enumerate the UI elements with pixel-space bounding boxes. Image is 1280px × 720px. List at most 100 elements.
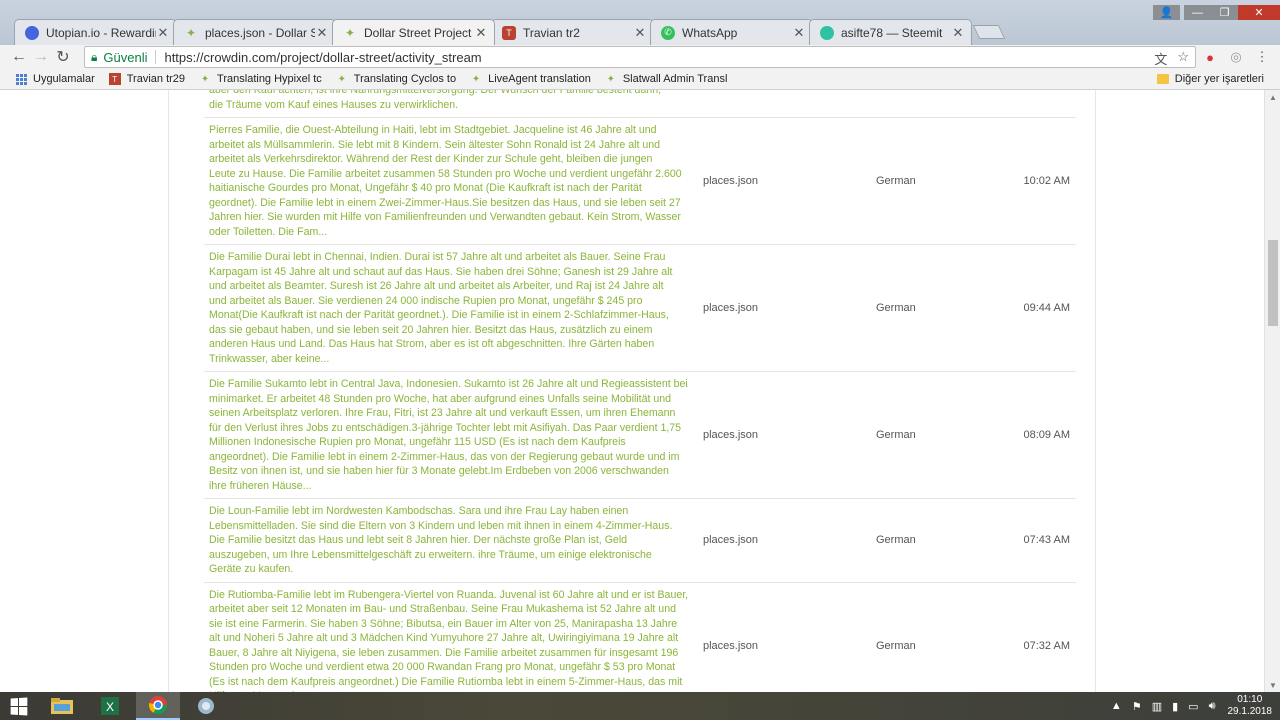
tab-title: WhatsApp <box>682 25 738 40</box>
translation-text[interactable]: Pierres Familie, die Ouest-Abteilung in … <box>204 118 698 244</box>
display-icon[interactable]: ▭ <box>1188 700 1198 713</box>
bookmark-slatwall[interactable]: ✦ Slatwall Admin Transl <box>605 73 728 85</box>
language: German <box>876 429 916 441</box>
tab-title: places.json - Dollar Stree <box>205 25 315 40</box>
folder-icon <box>51 698 73 714</box>
volume-icon[interactable]: 🔊︎ <box>1209 700 1216 713</box>
close-icon[interactable]: ✕ <box>633 25 647 41</box>
whatsapp-favicon-icon: ✆ <box>661 25 675 40</box>
bookmark-star-icon[interactable]: ☆ <box>1177 49 1189 68</box>
activity-row: Die Rutiomba-Familie lebt im Rubengera-V… <box>204 583 1076 693</box>
taskbar-chrome[interactable] <box>136 692 180 720</box>
activity-row: Die Familie Durai lebt in Chennai, Indie… <box>204 245 1076 372</box>
translation-text[interactable]: Die Loun-Familie lebt im Nordwesten Kamb… <box>204 499 698 582</box>
clock-date: 29.1.2018 <box>1227 706 1273 717</box>
bookmarks-bar: Uygulamalar T Travian tr29 ✦ Translating… <box>0 69 1280 90</box>
activity-row: Die Loun-Familie lebt im Nordwesten Kamb… <box>204 499 1076 583</box>
timestamp: 07:32 AM <box>1023 639 1070 652</box>
bookmark-apps[interactable]: Uygulamalar <box>0 73 95 85</box>
tab-places-json[interactable]: ✦ places.json - Dollar Stree ✕ <box>173 19 336 45</box>
clock-time: 01:10 <box>1237 694 1263 705</box>
app-icon <box>198 698 214 714</box>
menu-kebab-icon[interactable]: ⋮ <box>1254 49 1270 65</box>
crowdin-favicon-icon: ✦ <box>606 73 616 85</box>
travian-favicon-icon: T <box>108 73 121 85</box>
travian-favicon-icon: T <box>502 25 516 40</box>
start-button[interactable] <box>0 692 36 720</box>
translate-icon[interactable]: 文 <box>1154 49 1167 68</box>
tab-dollar-street-activity[interactable]: ✦ Dollar Street Project Actio ✕ <box>332 19 495 45</box>
file-name[interactable]: places.json <box>703 429 758 441</box>
flag-icon[interactable]: ⚑ <box>1132 700 1142 713</box>
svg-text:X: X <box>106 700 114 714</box>
bookmark-label: Slatwall Admin Transl <box>622 73 728 85</box>
windows-logo-icon <box>10 696 27 716</box>
minimize-button[interactable]: — <box>1184 5 1211 20</box>
tab-title: Travian tr2 <box>523 25 580 40</box>
folder-icon <box>1156 74 1169 84</box>
close-icon[interactable]: ✕ <box>156 25 170 41</box>
close-icon[interactable]: ✕ <box>792 25 806 41</box>
tabs: Utopian.io - Rewarding O ✕ ✦ places.json… <box>14 19 1006 45</box>
url-text[interactable]: https://crowdin.com/project/dollar-stree… <box>164 50 481 65</box>
translation-text[interactable]: Die Rutiomba-Familie lebt im Rubengera-V… <box>204 583 698 693</box>
bookmark-other-folder[interactable]: Diğer yer işaretleri <box>1156 73 1264 85</box>
scroll-up-arrow-icon[interactable]: ▲ <box>1265 90 1280 104</box>
utopian-favicon-icon <box>25 25 39 40</box>
scrollbar-thumb[interactable] <box>1268 240 1278 326</box>
tab-utopian[interactable]: Utopian.io - Rewarding O ✕ <box>14 19 177 45</box>
close-icon[interactable]: ✕ <box>951 25 965 41</box>
taskbar-app[interactable] <box>184 692 228 720</box>
scroll-down-arrow-icon[interactable]: ▼ <box>1265 678 1280 692</box>
new-tab-button[interactable] <box>972 25 1006 39</box>
extension-gray-icon[interactable]: ◎ <box>1228 49 1244 65</box>
file-name[interactable]: places.json <box>703 534 758 546</box>
vertical-scrollbar[interactable]: ▲ ▼ <box>1264 90 1280 692</box>
secure-label: Güvenli <box>103 49 148 65</box>
crowdin-favicon-icon: ✦ <box>337 73 346 85</box>
back-arrow-icon[interactable]: ← <box>8 46 30 68</box>
crowdin-favicon-icon: ✦ <box>185 25 197 40</box>
translation-text[interactable]: Die Familie Sukamto lebt in Central Java… <box>204 372 698 498</box>
activity-list: aber den Kauf achten, ist ihre Nahrungsm… <box>204 90 1076 692</box>
bookmark-liveagent[interactable]: ✦ LiveAgent translation <box>470 73 591 85</box>
bookmark-travian[interactable]: T Travian tr29 <box>108 73 186 85</box>
show-hidden-icons-icon[interactable]: ▲ <box>1111 700 1122 712</box>
power-icon[interactable]: ▮ <box>1172 700 1178 713</box>
file-name[interactable]: places.json <box>703 175 758 187</box>
translation-text[interactable]: aber den Kauf achten, ist ihre Nahrungsm… <box>204 90 698 117</box>
system-tray: ▲ ⚑ ▥ ▮ ▭ 🔊︎ 01:10 29.1.2018 <box>1101 692 1272 720</box>
tab-steemit[interactable]: asifte78 — Steemit ✕ <box>809 19 972 45</box>
tab-title: Dollar Street Project Actio <box>364 25 474 40</box>
close-icon[interactable]: ✕ <box>315 25 329 41</box>
network-icon[interactable]: ▥ <box>1152 700 1162 713</box>
bookmark-label: Uygulamalar <box>33 73 95 85</box>
close-icon[interactable]: ✕ <box>474 25 488 41</box>
file-name[interactable]: places.json <box>703 640 758 652</box>
forward-arrow-icon[interactable]: → <box>30 46 52 68</box>
extension-red-icon[interactable]: ● <box>1202 49 1218 65</box>
address-bar[interactable]: 🔒︎ Güvenli https://crowdin.com/project/d… <box>84 46 1196 68</box>
reload-icon[interactable]: ↻ <box>52 46 74 68</box>
bookmark-label: Translating Hypixel tc <box>217 73 322 85</box>
crowdin-favicon-icon: ✦ <box>344 25 356 40</box>
taskbar: X ▲ ⚑ ▥ ▮ ▭ 🔊︎ 01:10 29.1.2018 <box>0 692 1280 720</box>
taskbar-file-explorer[interactable] <box>40 692 84 720</box>
activity-row: Pierres Familie, die Ouest-Abteilung in … <box>204 118 1076 245</box>
file-name[interactable]: places.json <box>703 302 758 314</box>
address-bar-actions: 文 ☆ <box>1154 49 1189 68</box>
maximize-button[interactable]: ❐ <box>1211 5 1238 20</box>
bookmark-label: Travian tr29 <box>126 73 186 85</box>
translation-text[interactable]: Die Familie Durai lebt in Chennai, Indie… <box>204 245 698 371</box>
taskbar-excel[interactable]: X <box>88 692 132 720</box>
clock[interactable]: 01:10 29.1.2018 <box>1228 694 1273 718</box>
bookmark-hypixel[interactable]: ✦ Translating Hypixel tc <box>199 73 322 85</box>
tab-travian[interactable]: T Travian tr2 ✕ <box>491 19 654 45</box>
tab-whatsapp[interactable]: ✆ WhatsApp ✕ <box>650 19 813 45</box>
bookmark-cyclos[interactable]: ✦ Translating Cyclos to <box>336 73 457 85</box>
apps-grid-icon <box>16 73 27 85</box>
profile-icon[interactable]: 👤 <box>1153 5 1180 20</box>
close-window-button[interactable]: ✕ <box>1238 5 1280 20</box>
language: German <box>876 302 916 314</box>
timestamp: 10:02 AM <box>1023 175 1070 187</box>
